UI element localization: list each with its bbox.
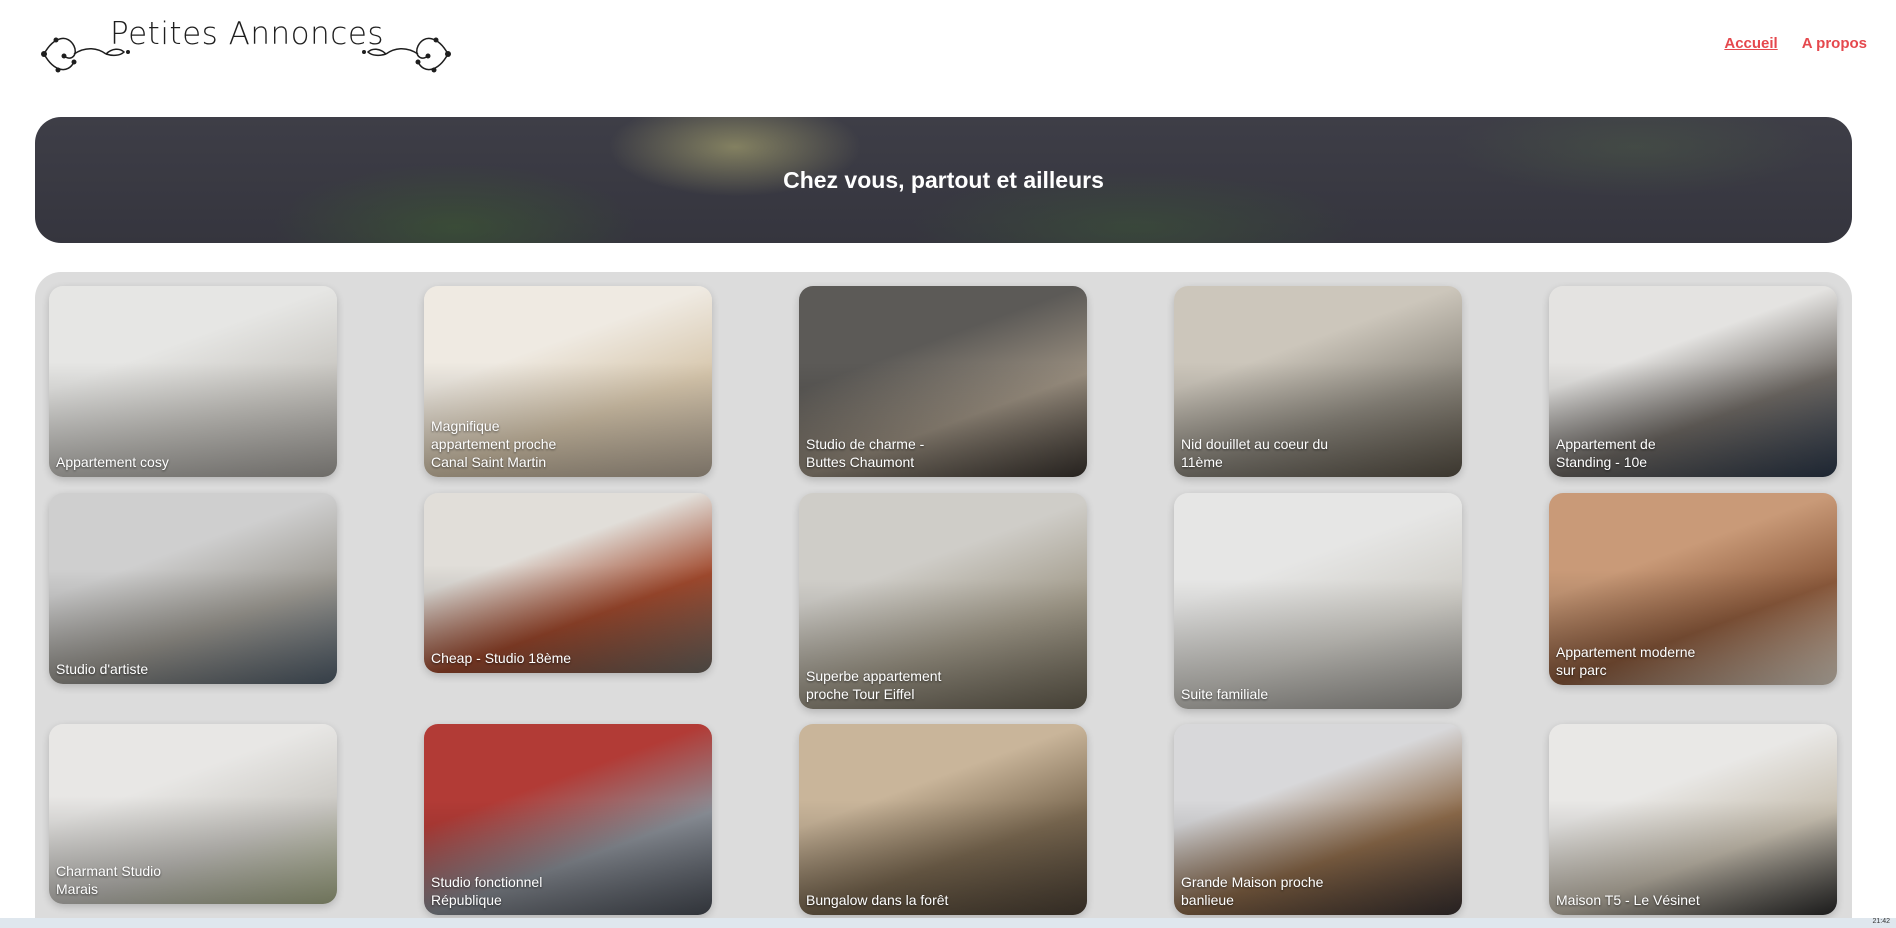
listing-title: Cheap - Studio 18ème xyxy=(431,650,572,666)
listing-title: Studio d'artiste xyxy=(56,661,149,677)
listing-title: Nid douillet au coeur du 11ème xyxy=(1181,436,1329,470)
listing-title: Studio fonctionnel République xyxy=(431,874,543,908)
listing-card[interactable]: Studio fonctionnel République xyxy=(424,724,712,915)
listing-card[interactable]: Studio d'artiste xyxy=(49,493,337,684)
listing-card[interactable]: Nid douillet au coeur du 11ème xyxy=(1174,286,1462,477)
listing-card[interactable]: Appartement cosy xyxy=(49,286,337,477)
listing-title: Grande Maison proche banlieue xyxy=(1181,874,1324,908)
site-header: Petites Annonces Accueil A propos xyxy=(0,0,1896,100)
site-title: Petites Annonces xyxy=(110,16,385,52)
nav-a-propos-link[interactable]: A propos xyxy=(1802,35,1867,52)
listing-title: Charmant Studio Marais xyxy=(56,863,162,897)
listing-title: Superbe appartement proche Tour Eiffel xyxy=(806,668,942,702)
listing-title: Magnifique appartement proche Canal Sain… xyxy=(431,418,557,470)
listing-card[interactable]: Studio de charme - Buttes Chaumont xyxy=(799,286,1087,477)
listing-card[interactable]: Maison T5 - Le Vésinet xyxy=(1549,724,1837,915)
listing-title: Appartement moderne sur parc xyxy=(1556,644,1696,678)
listings-panel: Appartement cosy Magnifique appartement p… xyxy=(35,272,1852,928)
os-taskbar: 21:42 xyxy=(0,918,1896,928)
site-logo[interactable]: Petites Annonces xyxy=(36,16,451,82)
listing-title: Maison T5 - Le Vésinet xyxy=(1556,892,1700,908)
taskbar-clock: 21:42 xyxy=(1872,918,1890,925)
listing-card[interactable]: Grande Maison proche banlieue xyxy=(1174,724,1462,915)
nav-accueil-link[interactable]: Accueil xyxy=(1724,35,1777,52)
listing-title: Bungalow dans la forêt xyxy=(806,892,949,908)
listing-card[interactable]: Appartement de Standing - 10e xyxy=(1549,286,1837,477)
hero-title: Chez vous, partout et ailleurs xyxy=(783,167,1104,193)
main-nav: Accueil A propos xyxy=(1724,35,1867,52)
listing-card[interactable]: Charmant Studio Marais xyxy=(49,724,337,904)
listing-card[interactable]: Cheap - Studio 18ème xyxy=(424,493,712,673)
listing-card[interactable]: Bungalow dans la forêt xyxy=(799,724,1087,915)
flourish-right-icon xyxy=(362,37,451,73)
listing-title: Appartement cosy xyxy=(56,454,169,470)
hero-banner: Chez vous, partout et ailleurs xyxy=(35,117,1852,243)
listing-title: Studio de charme - Buttes Chaumont xyxy=(806,436,925,470)
listing-title: Appartement de Standing - 10e xyxy=(1556,436,1656,470)
listing-card[interactable]: Magnifique appartement proche Canal Sain… xyxy=(424,286,712,477)
listing-card[interactable]: Appartement moderne sur parc xyxy=(1549,493,1837,685)
listing-title: Suite familiale xyxy=(1181,686,1269,702)
listing-card[interactable]: Superbe appartement proche Tour Eiffel xyxy=(799,493,1087,709)
listing-card[interactable]: Suite familiale xyxy=(1174,493,1462,709)
